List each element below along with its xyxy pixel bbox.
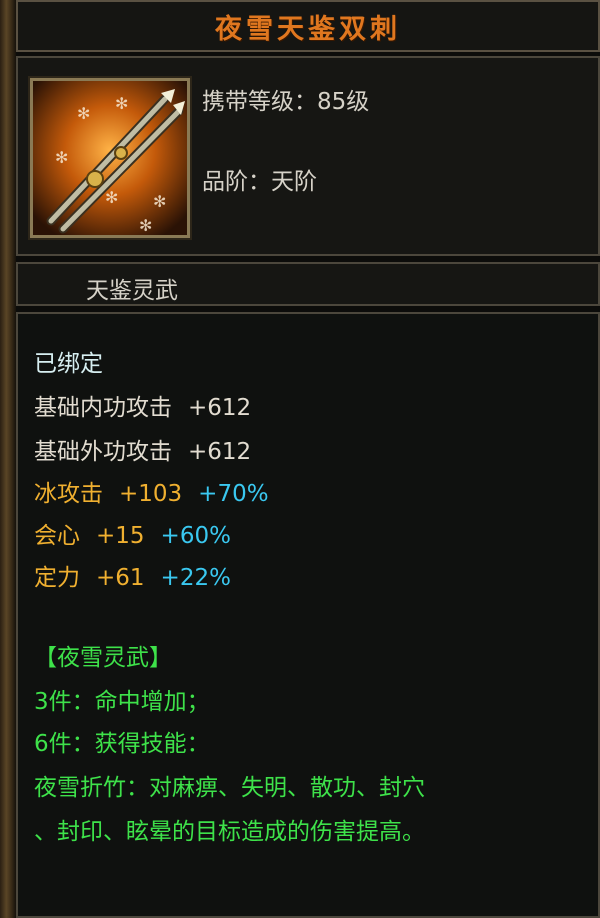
- svg-text:✻: ✻: [115, 94, 128, 113]
- bound-status: 已绑定: [34, 351, 103, 377]
- carry-level: 携带等级：85级: [202, 89, 370, 115]
- stat-outer-attack: 基础外功攻击 +612: [34, 432, 251, 466]
- svg-text:✻: ✻: [139, 216, 152, 235]
- stat-label: 会心: [34, 523, 80, 549]
- stat-label: 定力: [34, 565, 80, 591]
- svg-text:✻: ✻: [55, 148, 68, 167]
- item-info-panel: ✻ ✻ ✻ ✻ ✻ ✻ 携带等级：85级 品阶：天阶: [16, 56, 600, 256]
- stat-value: +612: [188, 395, 252, 421]
- twin-dagger-icon: ✻ ✻ ✻ ✻ ✻ ✻: [33, 81, 187, 235]
- svg-text:✻: ✻: [105, 188, 118, 207]
- set-name: 【夜雪灵武】: [34, 645, 172, 671]
- item-title-bar: 夜雪天鉴双刺: [16, 0, 600, 52]
- stat-stability: 定力 +61 +22%: [34, 558, 231, 592]
- item-category-bar: 天鉴灵武: [16, 262, 600, 306]
- item-grade: 品阶：天阶: [202, 169, 317, 195]
- stat-crit: 会心 +15 +60%: [34, 516, 231, 550]
- set-skill-line-2: 、封印、眩晕的目标造成的伤害提高。: [34, 819, 425, 845]
- stat-inner-attack: 基础内功攻击 +612: [34, 388, 251, 422]
- stat-label: 基础外功攻击: [34, 439, 172, 465]
- stat-label: 冰攻击: [34, 481, 103, 507]
- item-icon-frame[interactable]: ✻ ✻ ✻ ✻ ✻ ✻: [30, 78, 190, 238]
- stat-value: +612: [188, 439, 252, 465]
- svg-text:✻: ✻: [77, 104, 90, 123]
- item-stats-panel: 已绑定 基础内功攻击 +612 基础外功攻击 +612 冰攻击 +103 +70% 会心…: [16, 312, 600, 918]
- set-effect-3: 3件：命中增加；: [34, 689, 210, 715]
- item-category: 天鉴灵武: [86, 278, 178, 304]
- stat-bonus: +70%: [198, 481, 269, 507]
- stat-value: +61: [96, 565, 145, 591]
- item-name: 夜雪天鉴双刺: [215, 13, 401, 45]
- set-skill-line-1: 夜雪折竹：对麻痹、失明、散功、封穴: [34, 775, 425, 801]
- stat-bonus: +60%: [160, 523, 231, 549]
- set-effect-6: 6件：获得技能：: [34, 731, 210, 757]
- stat-bonus: +22%: [160, 565, 231, 591]
- stat-value: +15: [96, 523, 145, 549]
- window-frame-edge: [0, 0, 16, 918]
- stat-value: +103: [119, 481, 183, 507]
- stat-ice-attack: 冰攻击 +103 +70%: [34, 474, 269, 508]
- stat-label: 基础内功攻击: [34, 395, 172, 421]
- svg-text:✻: ✻: [153, 192, 166, 211]
